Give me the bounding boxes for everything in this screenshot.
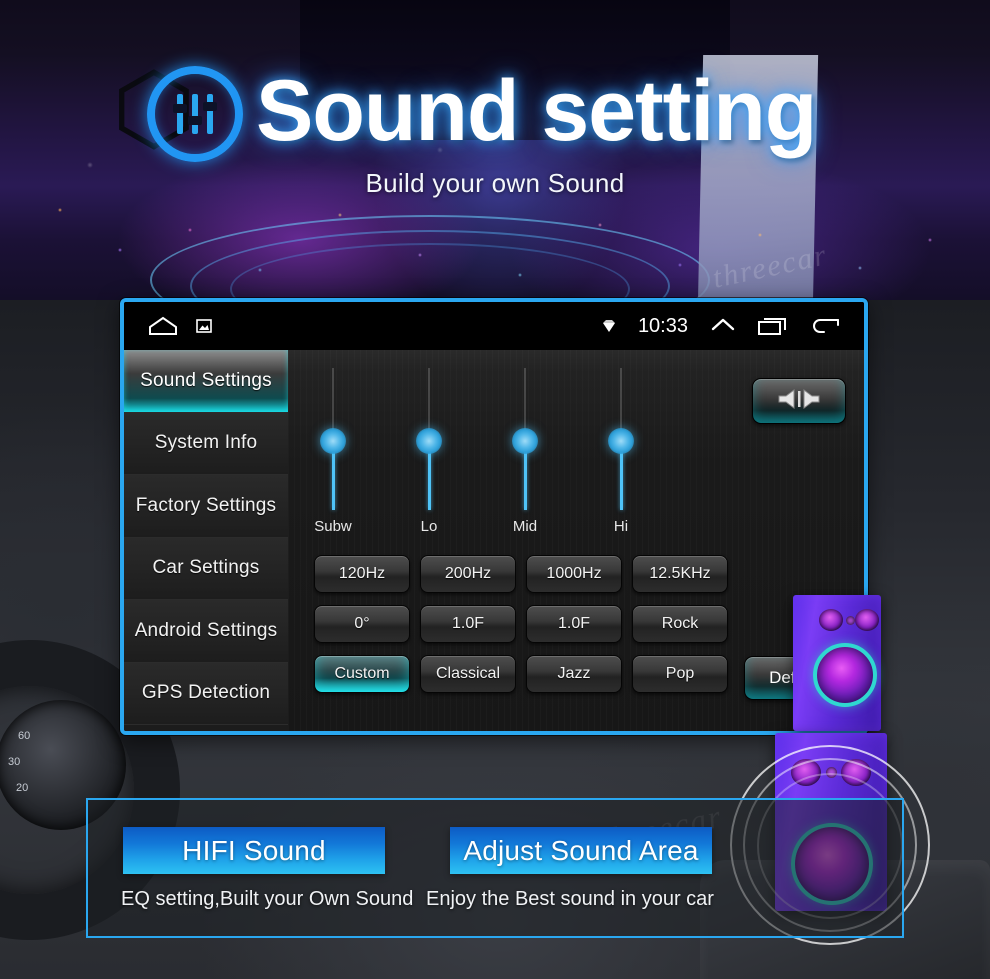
sidebar-item-sound-settings[interactable]: Sound Settings [124, 350, 288, 413]
back-arrow-icon[interactable] [810, 317, 840, 335]
settings-sidebar: Sound Settings System Info Factory Setti… [124, 350, 288, 731]
slider-label: Subw [314, 518, 352, 535]
sidebar-item-label: Factory Settings [135, 494, 277, 516]
speaker-cone [813, 643, 877, 707]
head-unit-screen: 10:33 Sound Settings System Info Factory… [120, 298, 868, 735]
sidebar-item-label: Car Settings [152, 557, 260, 579]
eq-button-1000hz[interactable]: 1000Hz [526, 555, 622, 593]
speaker-port [846, 616, 855, 625]
eq-preset-rock[interactable]: Rock [632, 605, 728, 643]
screen-body: Sound Settings System Info Factory Setti… [124, 350, 864, 731]
eq-button-120hz[interactable]: 120Hz [314, 555, 410, 593]
recent-apps-icon[interactable] [758, 317, 788, 335]
tweeter [855, 609, 879, 631]
signal-diamond-icon [602, 319, 616, 333]
gauge-number: 60 [18, 730, 31, 742]
sidebar-item-factory-settings[interactable]: Factory Settings [124, 475, 288, 538]
home-icon[interactable] [148, 316, 178, 336]
slider-label: Hi [613, 518, 629, 535]
android-status-bar: 10:33 [124, 302, 864, 350]
sidebar-item-label: Sound Settings [140, 369, 272, 391]
sidebar-item-label: System Info [154, 432, 258, 454]
feature-caption-hifi-sound: EQ setting,Built your Own Sound [121, 888, 414, 910]
status-bar-clock: 10:33 [637, 314, 688, 337]
eq-button-q-factor-1[interactable]: 1.0F [420, 605, 516, 643]
status-bar-left [124, 316, 212, 336]
eq-button-200hz[interactable]: 200Hz [420, 555, 516, 593]
gauge-number: 30 [8, 756, 21, 768]
slider-label: Lo [420, 518, 438, 535]
tweeter [819, 609, 843, 631]
page-subtitle: Build your own Sound [365, 168, 625, 198]
sidebar-item-android-settings[interactable]: Android Settings [124, 600, 288, 663]
feature-caption-adjust-sound-area: Enjoy the Best sound in your car [426, 888, 714, 910]
equalizer-sliders: Subw Lo Mid Hi [288, 350, 864, 550]
eq-preset-pop[interactable]: Pop [632, 655, 728, 693]
sidebar-item-gps-detection[interactable]: GPS Detection [124, 662, 288, 725]
slider-label: Mid [512, 518, 538, 535]
page-root: 60 30 20 threecar threecar threecar ⬡ [0, 0, 990, 979]
eq-button-degree[interactable]: 0° [314, 605, 410, 643]
equalizer-circle-icon [147, 66, 243, 162]
slider-knob[interactable] [320, 428, 346, 454]
feature-banner: HIFI Sound Adjust Sound Area EQ setting,… [86, 798, 904, 938]
eq-preset-classical[interactable]: Classical [420, 655, 516, 693]
feature-banner-inner: HIFI Sound Adjust Sound Area EQ setting,… [88, 800, 902, 936]
slider-knob[interactable] [512, 428, 538, 454]
slider-knob[interactable] [416, 428, 442, 454]
status-bar-right: 10:33 [602, 315, 864, 338]
slider-knob[interactable] [608, 428, 634, 454]
eq-preset-jazz[interactable]: Jazz [526, 655, 622, 693]
sidebar-item-system-info[interactable]: System Info [124, 412, 288, 475]
sidebar-item-label: GPS Detection [141, 682, 271, 704]
gauge-number: 20 [16, 782, 29, 794]
eq-preset-custom[interactable]: Custom [314, 655, 410, 693]
eq-button-q-factor-2[interactable]: 1.0F [526, 605, 622, 643]
eq-preset-grid: 120Hz 200Hz 1000Hz 12.5KHz 0° 1.0F 1.0F … [314, 555, 764, 693]
sidebar-item-label: Android Settings [134, 619, 278, 641]
page-title: Sound setting [256, 63, 817, 159]
screenshot-icon[interactable] [196, 319, 212, 333]
sidebar-item-car-settings[interactable]: Car Settings [124, 537, 288, 600]
feature-pill-hifi-sound[interactable]: HIFI Sound [123, 827, 385, 874]
chevron-up-icon[interactable] [710, 316, 736, 336]
eq-button-12-5khz[interactable]: 12.5KHz [632, 555, 728, 593]
feature-pill-adjust-sound-area[interactable]: Adjust Sound Area [450, 827, 712, 874]
page-header: ⬡ Sound setting Build your own Sound [0, 0, 990, 300]
